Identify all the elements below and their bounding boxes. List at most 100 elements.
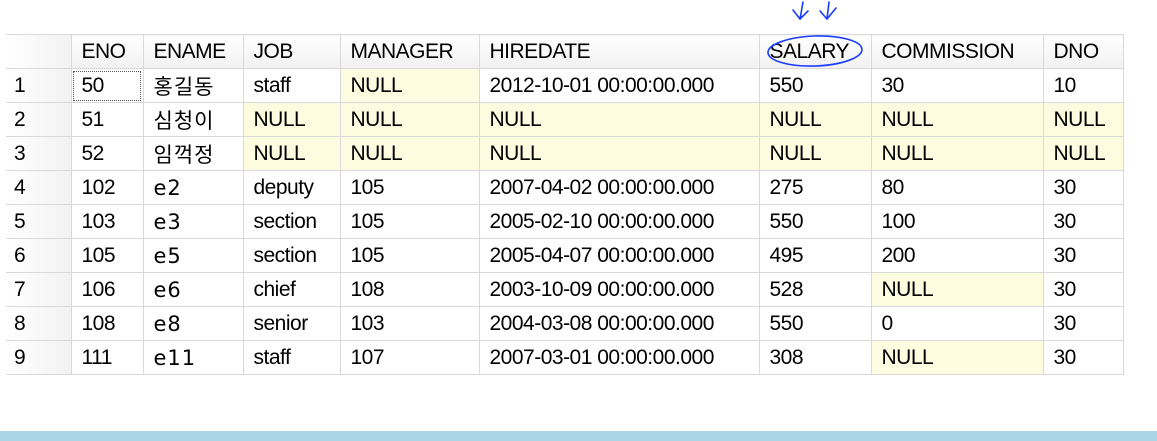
cell-dno[interactable]: 30 xyxy=(1043,340,1124,375)
cell-salary[interactable]: NULL xyxy=(759,136,872,171)
cell-hiredate[interactable]: 2003-10-09 00:00:00.000 xyxy=(479,272,760,307)
cell-manager[interactable]: 105 xyxy=(340,170,480,205)
row-number[interactable]: 2 xyxy=(6,102,72,137)
cell-hiredate[interactable]: 2005-02-10 00:00:00.000 xyxy=(479,204,760,239)
table-row[interactable]: 3 52 임꺽정 NULL NULL NULL NULL NULL NULL xyxy=(6,136,1124,171)
cell-dno[interactable]: 30 xyxy=(1043,306,1124,341)
cell-hiredate[interactable]: 2012-10-01 00:00:00.000 xyxy=(479,68,760,103)
column-header-job[interactable]: JOB xyxy=(243,34,341,69)
cell-hiredate[interactable]: 2007-03-01 00:00:00.000 xyxy=(479,340,760,375)
column-header-manager[interactable]: MANAGER xyxy=(340,34,480,69)
cell-dno[interactable]: 10 xyxy=(1043,68,1124,103)
cell-ename[interactable]: 홍길동 xyxy=(143,68,244,103)
cell-eno[interactable]: 111 xyxy=(71,340,144,375)
row-number[interactable]: 5 xyxy=(6,204,72,239)
cell-salary[interactable]: 275 xyxy=(759,170,872,205)
cell-salary[interactable]: 495 xyxy=(759,238,872,273)
cell-commission[interactable]: 0 xyxy=(871,306,1044,341)
table-row[interactable]: 1 50 홍길동 staff NULL 2012-10-01 00:00:00.000 55… xyxy=(6,68,1124,103)
cell-hiredate[interactable]: 2007-04-02 00:00:00.000 xyxy=(479,170,760,205)
cell-commission[interactable]: NULL xyxy=(871,340,1044,375)
cell-manager[interactable]: 107 xyxy=(340,340,480,375)
column-header-ename[interactable]: ENAME xyxy=(143,34,244,69)
cell-job[interactable]: staff xyxy=(243,68,341,103)
cell-ename[interactable]: e5 xyxy=(143,238,244,273)
cell-manager[interactable]: 105 xyxy=(340,204,480,239)
cell-commission[interactable]: NULL xyxy=(871,136,1044,171)
table-row[interactable]: 6 105 e5 section 105 2005-04-07 00:00:00.000 4… xyxy=(6,238,1124,273)
cell-commission[interactable]: NULL xyxy=(871,102,1044,137)
cell-salary[interactable]: 550 xyxy=(759,68,872,103)
row-number[interactable]: 1 xyxy=(6,68,72,103)
cell-salary[interactable]: 308 xyxy=(759,340,872,375)
cell-dno[interactable]: NULL xyxy=(1043,102,1124,137)
row-number[interactable]: 7 xyxy=(6,272,72,307)
column-header-eno[interactable]: ENO xyxy=(71,34,144,69)
table-row[interactable]: 2 51 심청이 NULL NULL NULL NULL NULL NULL xyxy=(6,102,1124,137)
results-grid[interactable]: ENO ENAME JOB MANAGER HIREDATE SALARY CO… xyxy=(6,34,1124,375)
cell-job[interactable]: chief xyxy=(243,272,341,307)
cell-job[interactable]: deputy xyxy=(243,170,341,205)
cell-eno[interactable]: 103 xyxy=(71,204,144,239)
cell-dno[interactable]: 30 xyxy=(1043,238,1124,273)
cell-dno[interactable]: 30 xyxy=(1043,272,1124,307)
column-header-commission[interactable]: COMMISSION xyxy=(871,34,1044,69)
cell-job[interactable]: staff xyxy=(243,340,341,375)
row-number[interactable]: 6 xyxy=(6,238,72,273)
cell-manager[interactable]: NULL xyxy=(340,102,480,137)
cell-commission[interactable]: 80 xyxy=(871,170,1044,205)
cell-ename[interactable]: 임꺽정 xyxy=(143,136,244,171)
cell-manager[interactable]: NULL xyxy=(340,136,480,171)
cell-manager[interactable]: NULL xyxy=(340,68,480,103)
cell-salary[interactable]: 550 xyxy=(759,204,872,239)
cell-manager[interactable]: 103 xyxy=(340,306,480,341)
cell-hiredate[interactable]: NULL xyxy=(479,136,760,171)
cell-eno[interactable]: 102 xyxy=(71,170,144,205)
cell-eno[interactable]: 105 xyxy=(71,238,144,273)
cell-ename[interactable]: e11 xyxy=(143,340,244,375)
table-row[interactable]: 9 111 e11 staff 107 2007-03-01 00:00:00.000 30… xyxy=(6,340,1124,375)
cell-dno[interactable]: NULL xyxy=(1043,136,1124,171)
cell-eno[interactable]: 52 xyxy=(71,136,144,171)
cell-job[interactable]: senior xyxy=(243,306,341,341)
table-row[interactable]: 5 103 e3 section 105 2005-02-10 00:00:00.000 5… xyxy=(6,204,1124,239)
cell-commission[interactable]: 30 xyxy=(871,68,1044,103)
cell-hiredate[interactable]: 2005-04-07 00:00:00.000 xyxy=(479,238,760,273)
cell-ename[interactable]: e8 xyxy=(143,306,244,341)
cell-salary[interactable]: NULL xyxy=(759,102,872,137)
column-header-hiredate[interactable]: HIREDATE xyxy=(479,34,760,69)
cell-eno[interactable]: 106 xyxy=(71,272,144,307)
row-number[interactable]: 4 xyxy=(6,170,72,205)
select-all-corner[interactable] xyxy=(6,34,72,69)
cell-hiredate[interactable]: NULL xyxy=(479,102,760,137)
cell-job[interactable]: section xyxy=(243,238,341,273)
row-number[interactable]: 8 xyxy=(6,306,72,341)
table-row[interactable]: 4 102 e2 deputy 105 2007-04-02 00:00:00.000 27… xyxy=(6,170,1124,205)
cell-commission[interactable]: NULL xyxy=(871,272,1044,307)
cell-salary[interactable]: 528 xyxy=(759,272,872,307)
table-row[interactable]: 7 106 e6 chief 108 2003-10-09 00:00:00.000 528… xyxy=(6,272,1124,307)
cell-eno[interactable]: 108 xyxy=(71,306,144,341)
row-number[interactable]: 9 xyxy=(6,340,72,375)
cell-salary[interactable]: 550 xyxy=(759,306,872,341)
column-header-salary[interactable]: SALARY xyxy=(759,34,872,69)
cell-dno[interactable]: 30 xyxy=(1043,204,1124,239)
column-header-dno[interactable]: DNO xyxy=(1043,34,1124,69)
cell-ename[interactable]: 심청이 xyxy=(143,102,244,137)
cell-job[interactable]: section xyxy=(243,204,341,239)
table-row[interactable]: 8 108 e8 senior 103 2004-03-08 00:00:00.000 55… xyxy=(6,306,1124,341)
cell-commission[interactable]: 100 xyxy=(871,204,1044,239)
cell-manager[interactable]: 105 xyxy=(340,238,480,273)
cell-commission[interactable]: 200 xyxy=(871,238,1044,273)
cell-eno[interactable]: 50 xyxy=(71,68,144,103)
row-number[interactable]: 3 xyxy=(6,136,72,171)
cell-job[interactable]: NULL xyxy=(243,102,341,137)
cell-hiredate[interactable]: 2004-03-08 00:00:00.000 xyxy=(479,306,760,341)
cell-ename[interactable]: e2 xyxy=(143,170,244,205)
cell-job[interactable]: NULL xyxy=(243,136,341,171)
cell-ename[interactable]: e3 xyxy=(143,204,244,239)
cell-manager[interactable]: 108 xyxy=(340,272,480,307)
cell-ename[interactable]: e6 xyxy=(143,272,244,307)
cell-dno[interactable]: 30 xyxy=(1043,170,1124,205)
cell-eno[interactable]: 51 xyxy=(71,102,144,137)
